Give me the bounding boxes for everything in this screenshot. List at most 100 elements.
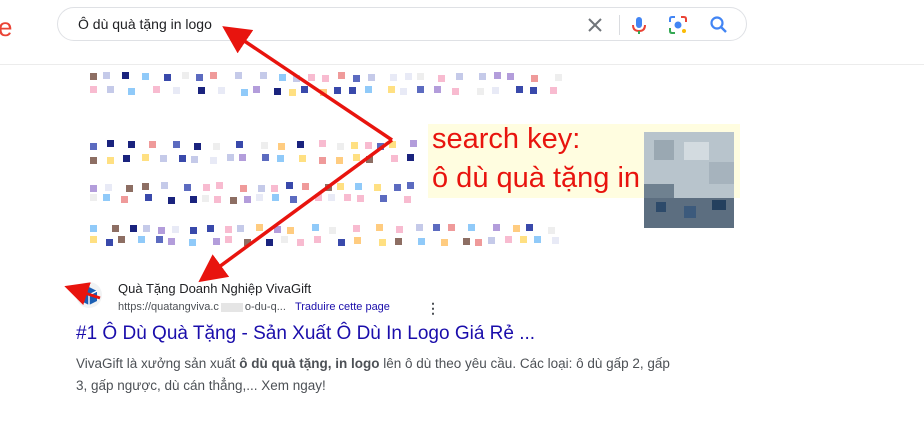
- pixel-block: [256, 224, 263, 231]
- pixel-block: [507, 73, 514, 80]
- pixel-block: [391, 155, 398, 162]
- pixel-block: [240, 185, 247, 192]
- pixel-block: [142, 154, 149, 161]
- pixel-block: [218, 87, 225, 94]
- pixel-block: [366, 156, 373, 163]
- site-name[interactable]: Quà Tặng Doanh Nghiệp VivaGift: [118, 281, 311, 296]
- pixel-block: [128, 88, 135, 95]
- pixel-block: [241, 89, 248, 96]
- pixel-block: [394, 184, 401, 191]
- pixel-block: [90, 86, 97, 93]
- pixel-block: [396, 226, 403, 233]
- pixel-block: [90, 236, 97, 243]
- url-start: https://quatangviva.c: [118, 301, 219, 313]
- pixel-block: [128, 141, 135, 148]
- pixel-block: [143, 225, 150, 232]
- pixel-block: [168, 238, 175, 245]
- pixel-block: [365, 142, 372, 149]
- pixel-block: [520, 236, 527, 243]
- pixel-block: [213, 238, 220, 245]
- pixel-block: [130, 225, 137, 232]
- snippet-part-1: VivaGift là xưởng sản xuất: [76, 356, 240, 371]
- pixel-block: [433, 224, 440, 231]
- pixel-block: [526, 224, 533, 231]
- pixel-block: [196, 74, 203, 81]
- microphone-icon[interactable]: [628, 14, 650, 36]
- pixel-block: [142, 183, 149, 190]
- pixel-block: [121, 196, 128, 203]
- result-title-link[interactable]: #1 Ô Dù Quà Tặng - Sản Xuất Ô Dù In Logo…: [76, 323, 535, 345]
- more-options-icon[interactable]: ⋮: [426, 300, 440, 317]
- pixel-block: [106, 239, 113, 246]
- pixel-block: [299, 155, 306, 162]
- pixel-block: [492, 87, 499, 94]
- pixel-block: [244, 239, 251, 246]
- pixel-block: [172, 226, 179, 233]
- clear-icon[interactable]: [584, 14, 606, 36]
- site-favicon[interactable]: [76, 282, 102, 308]
- pixel-block: [548, 227, 555, 234]
- pixel-block: [90, 157, 97, 164]
- pixel-block: [334, 87, 341, 94]
- pixel-block: [456, 73, 463, 80]
- pixel-block: [355, 183, 362, 190]
- pixel-block: [189, 239, 196, 246]
- box-logo-icon: [80, 287, 98, 305]
- pixel-block: [349, 87, 356, 94]
- pixel-block: [297, 141, 304, 148]
- pixel-block: [376, 224, 383, 231]
- pixel-block: [351, 142, 358, 149]
- pixel-block: [417, 86, 424, 93]
- pixel-block: [353, 75, 360, 82]
- pixel-block: [262, 154, 269, 161]
- pixel-block: [308, 74, 315, 81]
- pixel-block: [417, 73, 424, 80]
- pixel-block: [315, 194, 322, 201]
- pixel-block: [182, 72, 189, 79]
- pixel-block: [225, 226, 232, 233]
- search-icon[interactable]: [708, 14, 730, 36]
- google-logo-fragment[interactable]: e: [0, 12, 12, 43]
- pixel-block: [513, 225, 520, 232]
- pixel-block: [353, 225, 360, 232]
- site-url[interactable]: https://quatangviva.c o-du-q... Traduire …: [118, 301, 390, 313]
- search-box[interactable]: Ô dù quà tặng in logo: [57, 7, 747, 41]
- pixel-block: [239, 154, 246, 161]
- pixel-block: [380, 195, 387, 202]
- pixel-block: [388, 86, 395, 93]
- pixel-block: [516, 86, 523, 93]
- pixel-block: [90, 225, 97, 232]
- pixel-block: [297, 239, 304, 246]
- pixel-block: [272, 194, 279, 201]
- pixel-block: [319, 140, 326, 147]
- pixel-block: [468, 224, 475, 231]
- url-redacted: [220, 302, 243, 312]
- lens-icon[interactable]: [667, 14, 689, 36]
- pixel-block: [279, 74, 286, 81]
- pixel-block: [322, 75, 329, 82]
- pixel-block: [329, 227, 336, 234]
- pixel-block: [338, 239, 345, 246]
- pixelated-thumbnail: [644, 132, 734, 228]
- pixel-block: [488, 237, 495, 244]
- pixel-block: [164, 74, 171, 81]
- pixel-block: [190, 227, 197, 234]
- pixel-block: [225, 236, 232, 243]
- translate-link[interactable]: Traduire cette page: [295, 301, 390, 313]
- pixel-block: [149, 141, 156, 148]
- pixel-block: [210, 157, 217, 164]
- pixel-block: [434, 86, 441, 93]
- pixel-block: [493, 224, 500, 231]
- pixel-block: [550, 87, 557, 94]
- pixel-block: [90, 143, 97, 150]
- pixel-block: [126, 185, 133, 192]
- search-input[interactable]: Ô dù quà tặng in logo: [78, 8, 212, 40]
- pixel-block: [103, 194, 110, 201]
- pixel-block: [145, 194, 152, 201]
- pixel-block: [301, 86, 308, 93]
- pixel-block: [289, 89, 296, 96]
- pixel-block: [107, 86, 114, 93]
- pixel-block: [168, 197, 175, 204]
- pixel-block: [405, 73, 412, 80]
- pixel-block: [395, 238, 402, 245]
